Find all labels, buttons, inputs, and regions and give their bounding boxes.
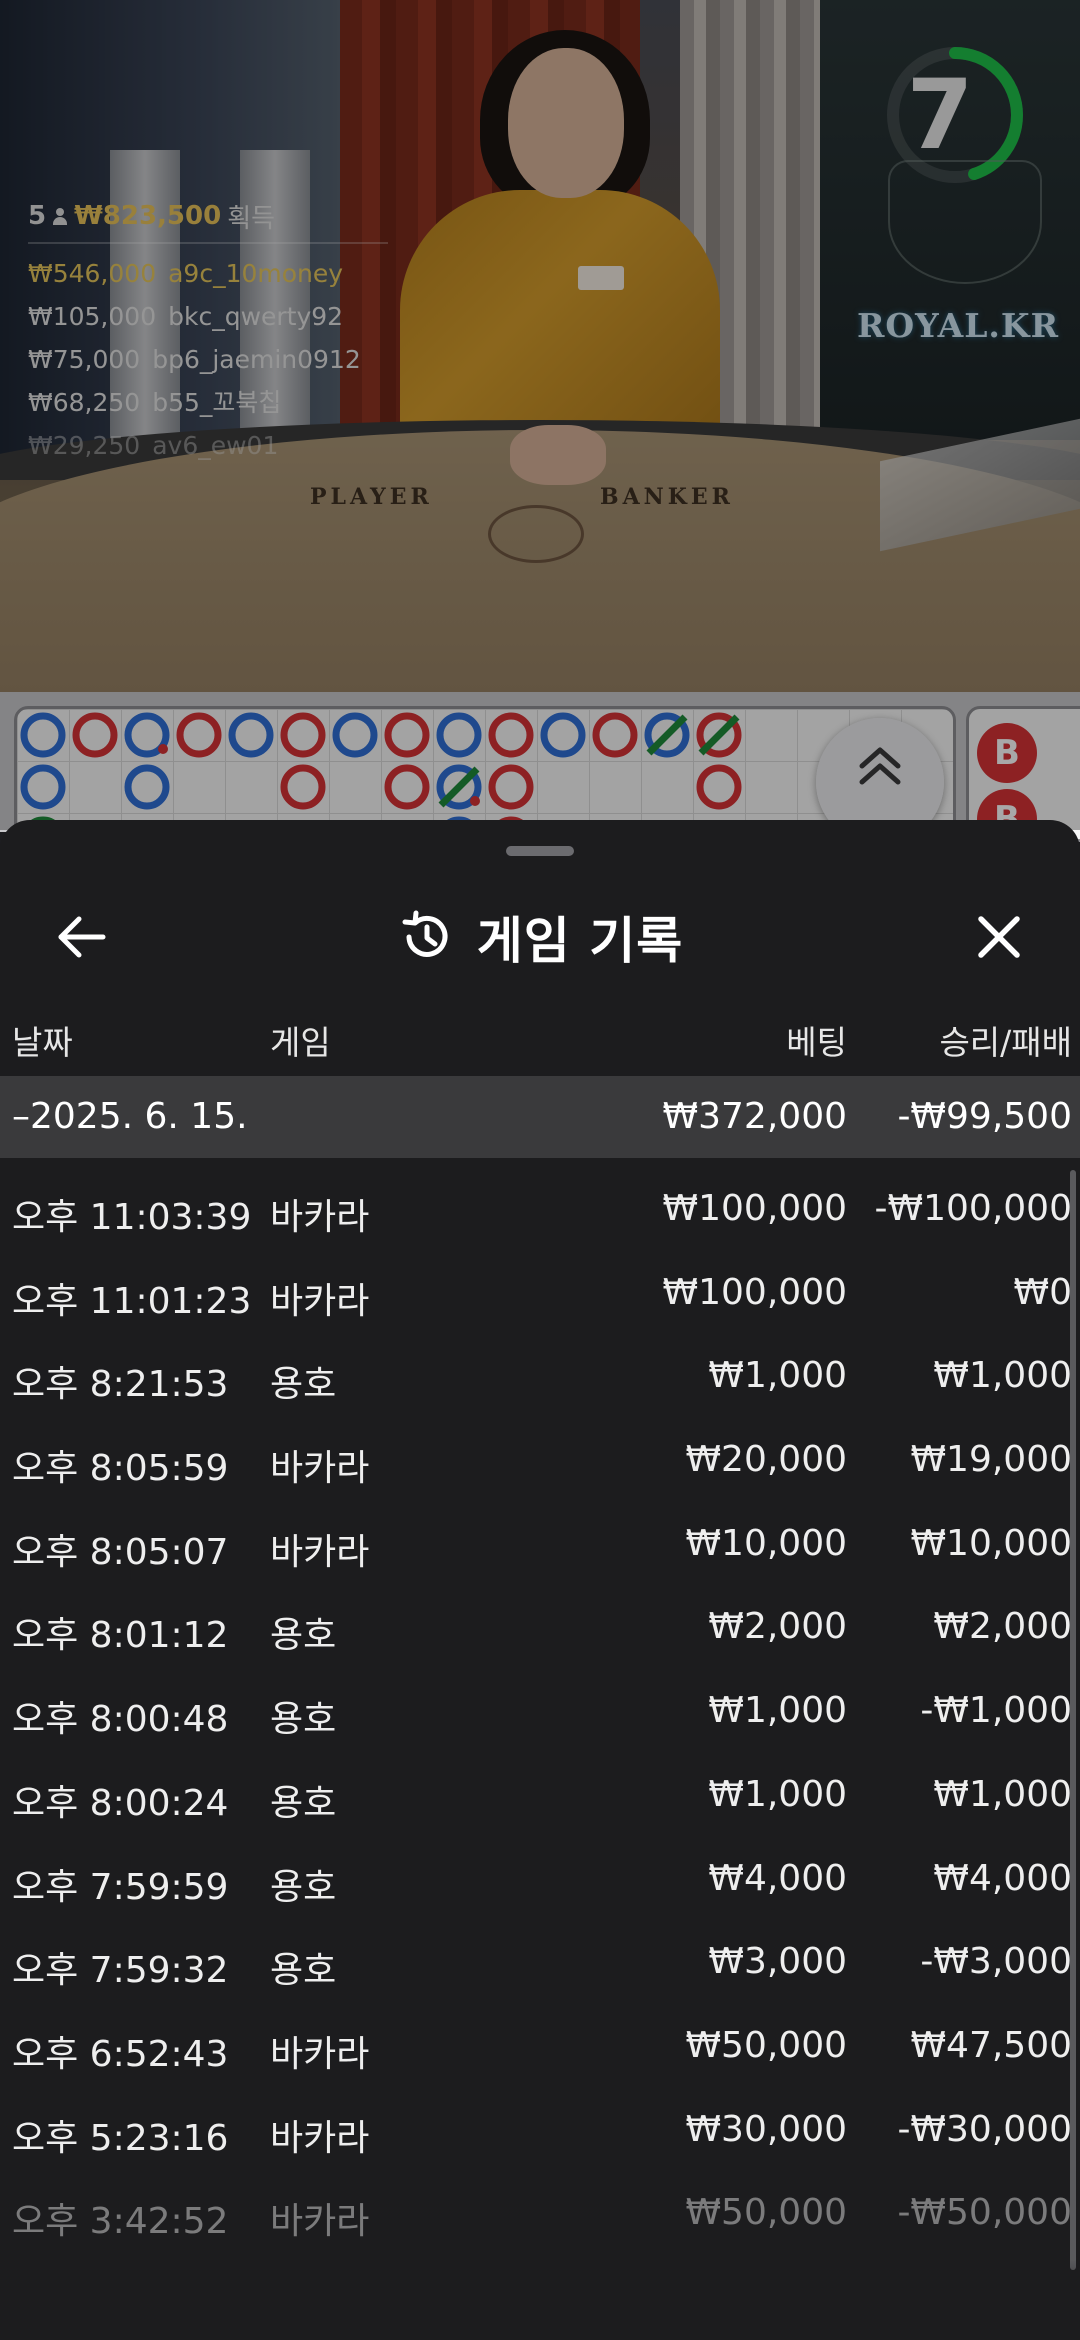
- row-game: 용호: [270, 1950, 337, 1992]
- row-game: 바카라: [270, 1448, 370, 1490]
- row-result: ₩1,000: [933, 1773, 1072, 1815]
- arrow-left-icon: [58, 916, 106, 958]
- table-row[interactable]: 오후 6:52:43 바카라 ₩50,000 ₩47,500: [0, 2003, 1080, 2087]
- row-time: 오후 8:01:12: [12, 1615, 229, 1657]
- row-result: ₩10,000: [910, 1522, 1072, 1564]
- row-result: ₩4,000: [933, 1857, 1072, 1899]
- row-game: 용호: [270, 1615, 337, 1657]
- row-bet: ₩3,000: [708, 1941, 847, 1983]
- sheet-title-group: 게임 기록: [0, 892, 1080, 982]
- column-result[interactable]: 승리/패배: [939, 1016, 1072, 1064]
- row-bet: ₩50,000: [685, 2024, 847, 2066]
- row-result: -₩100,000: [874, 1188, 1072, 1229]
- table-header: 날짜 게임 베팅 승리/패배: [0, 1008, 1080, 1068]
- row-bet: ₩1,000: [708, 1355, 847, 1397]
- row-game: 바카라: [270, 2033, 370, 2075]
- row-bet: ₩100,000: [662, 1188, 847, 1229]
- row-time: 오후 8:00:48: [12, 1699, 229, 1741]
- table-row[interactable]: 오후 11:01:23 바카라 ₩100,000 ₩0: [0, 1250, 1080, 1334]
- row-game: 바카라: [270, 2201, 370, 2243]
- summary-bet: ₩372,000: [662, 1096, 847, 1137]
- list-bottom-fade: [0, 2260, 1080, 2340]
- row-bet: ₩30,000: [685, 2108, 847, 2150]
- row-game: 용호: [270, 1782, 337, 1824]
- table-row[interactable]: 오후 8:05:07 바카라 ₩10,000 ₩10,000: [0, 1501, 1080, 1585]
- row-result: ₩47,500: [910, 2024, 1072, 2066]
- sheet-title: 게임 기록: [476, 912, 684, 970]
- row-result: ₩19,000: [910, 1439, 1072, 1481]
- close-icon: [978, 916, 1020, 958]
- table-row[interactable]: 오후 8:21:53 용호 ₩1,000 ₩1,000: [0, 1333, 1080, 1417]
- row-bet: ₩10,000: [685, 1522, 847, 1564]
- row-time: 오후 7:59:59: [12, 1866, 229, 1908]
- row-bet: ₩100,000: [662, 1271, 847, 1313]
- row-result: -₩3,000: [920, 1941, 1072, 1983]
- row-time: 오후 11:01:23: [12, 1280, 252, 1322]
- game-history-sheet: 게임 기록 날짜 게임 베팅 승리/패배 –2025. 6. 15. ₩372,…: [0, 820, 1080, 2340]
- row-game: 용호: [270, 1866, 337, 1908]
- summary-result: -₩99,500: [897, 1096, 1072, 1137]
- row-result: ₩0: [1013, 1271, 1073, 1313]
- table-row[interactable]: 오후 8:05:59 바카라 ₩20,000 ₩19,000: [0, 1417, 1080, 1501]
- table-row[interactable]: 오후 8:00:48 용호 ₩1,000 -₩1,000: [0, 1668, 1080, 1752]
- back-button[interactable]: [46, 902, 116, 972]
- row-game: 바카라: [270, 1280, 370, 1322]
- row-result: -₩30,000: [897, 2108, 1072, 2150]
- table-row[interactable]: 오후 11:03:39 바카라 ₩100,000 -₩100,000: [0, 1166, 1080, 1250]
- date-summary-row[interactable]: –2025. 6. 15. ₩372,000 -₩99,500: [0, 1076, 1080, 1158]
- background-dim-overlay[interactable]: [0, 0, 1080, 830]
- row-bet: ₩1,000: [708, 1773, 847, 1815]
- row-time: 오후 6:52:43: [12, 2033, 229, 2075]
- row-time: 오후 11:03:39: [12, 1197, 252, 1238]
- column-game[interactable]: 게임: [270, 1016, 331, 1064]
- sheet-drag-handle[interactable]: [506, 846, 574, 856]
- row-game: 바카라: [270, 2117, 370, 2159]
- row-game: 용호: [270, 1364, 337, 1406]
- column-bet[interactable]: 베팅: [786, 1016, 847, 1064]
- row-bet: ₩2,000: [708, 1606, 847, 1648]
- table-row[interactable]: 오후 3:42:52 바카라 ₩50,000 -₩50,000: [0, 2170, 1080, 2254]
- sheet-header: 게임 기록: [0, 878, 1080, 988]
- row-result: -₩50,000: [897, 2192, 1072, 2234]
- row-game: 용호: [270, 1699, 337, 1741]
- row-bet: ₩4,000: [708, 1857, 847, 1899]
- row-game: 바카라: [270, 1197, 370, 1238]
- table-row[interactable]: 오후 8:01:12 용호 ₩2,000 ₩2,000: [0, 1584, 1080, 1668]
- row-result: ₩2,000: [933, 1606, 1072, 1648]
- list-scrollbar[interactable]: [1070, 1170, 1076, 2270]
- row-bet: ₩20,000: [685, 1439, 847, 1481]
- table-row[interactable]: 오후 7:59:59 용호 ₩4,000 ₩4,000: [0, 1836, 1080, 1920]
- table-row[interactable]: 오후 5:23:16 바카라 ₩30,000 -₩30,000: [0, 2087, 1080, 2171]
- row-time: 오후 7:59:32: [12, 1950, 229, 1992]
- row-time: 오후 5:23:16: [12, 2117, 229, 2159]
- row-result: -₩1,000: [920, 1690, 1072, 1732]
- history-clock-icon: [402, 910, 448, 957]
- history-list: 오후 11:03:39 바카라 ₩100,000 -₩100,000 오후 11:01…: [0, 1166, 1080, 2254]
- row-time: 오후 8:05:59: [12, 1448, 229, 1490]
- table-row[interactable]: 오후 8:00:24 용호 ₩1,000 ₩1,000: [0, 1752, 1080, 1836]
- row-bet: ₩50,000: [685, 2192, 847, 2234]
- row-time: 오후 8:21:53: [12, 1364, 229, 1406]
- summary-date: –2025. 6. 15.: [12, 1096, 248, 1137]
- table-row[interactable]: 오후 7:59:32 용호 ₩3,000 -₩3,000: [0, 1919, 1080, 2003]
- row-time: 오후 3:42:52: [12, 2201, 229, 2243]
- row-time: 오후 8:05:07: [12, 1531, 229, 1573]
- close-button[interactable]: [964, 902, 1034, 972]
- row-result: ₩1,000: [933, 1355, 1072, 1397]
- column-date[interactable]: 날짜: [12, 1016, 73, 1064]
- row-game: 바카라: [270, 1531, 370, 1573]
- row-time: 오후 8:00:24: [12, 1782, 229, 1824]
- row-bet: ₩1,000: [708, 1690, 847, 1732]
